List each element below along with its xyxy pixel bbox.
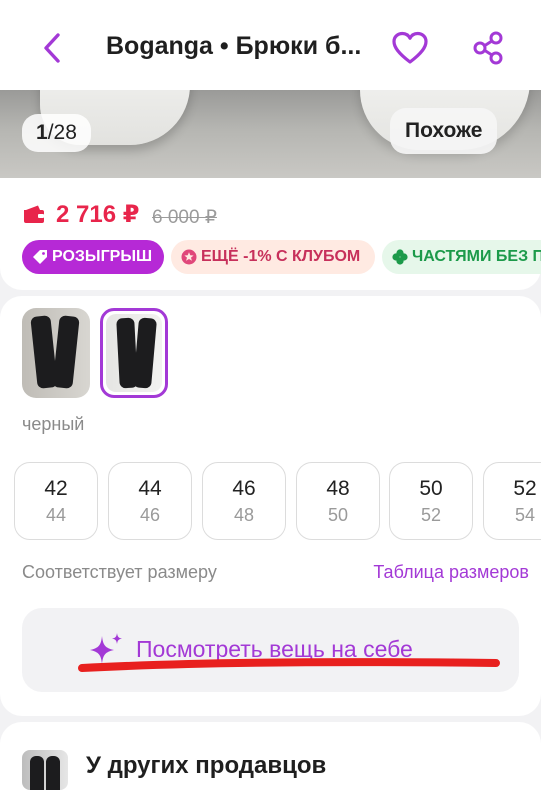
product-title: Boganga • Брюки б... xyxy=(106,32,362,60)
color-variant-thumbnail[interactable] xyxy=(22,308,90,398)
other-sellers-card[interactable]: У других продавцов xyxy=(0,722,541,802)
size-alt-value: 50 xyxy=(327,505,349,525)
fit-note: Соответствует размеру xyxy=(22,562,217,582)
size-option[interactable]: 50 52 xyxy=(389,462,473,540)
selected-color-label: черный xyxy=(22,414,85,434)
heart-icon xyxy=(392,31,428,64)
promo-chips: РОЗЫГРЫШ ЕЩЁ -1% С КЛУБОМ ЧАСТЯМИ БЕЗ П xyxy=(22,240,541,274)
top-app-bar: Boganga • Брюки б... xyxy=(0,0,541,94)
try-on-button[interactable]: Посмотреть вещь на себе xyxy=(22,608,519,692)
promo-chip-raffle[interactable]: РОЗЫГРЫШ xyxy=(22,240,164,274)
back-button[interactable] xyxy=(36,30,68,66)
photo-counter-total: 28 xyxy=(53,121,77,144)
size-value: 52 xyxy=(513,477,537,500)
pants-image xyxy=(46,756,60,790)
variant-image xyxy=(106,314,162,392)
size-alt-value: 54 xyxy=(514,505,536,525)
photo-counter-current: 1 xyxy=(36,121,48,144)
promo-chip-club[interactable]: ЕЩЁ -1% С КЛУБОМ xyxy=(171,240,375,274)
size-alt-value: 48 xyxy=(233,505,255,525)
photo-counter: 1/28 xyxy=(22,114,91,152)
size-value: 48 xyxy=(326,477,350,500)
product-photo-gallery[interactable]: 1/28 Похоже xyxy=(0,90,541,178)
promo-chip-label: ЧАСТЯМИ БЕЗ П xyxy=(412,248,541,265)
red-underline-annotation xyxy=(78,658,500,672)
chevron-left-icon xyxy=(44,33,60,63)
size-option[interactable]: 42 44 xyxy=(14,462,98,540)
size-option[interactable]: 48 50 xyxy=(296,462,380,540)
current-price: 2 716 ₽ xyxy=(56,201,140,228)
promo-chip-installments[interactable]: ЧАСТЯМИ БЕЗ П xyxy=(382,240,541,274)
tag-icon xyxy=(33,250,47,264)
size-option[interactable]: 46 48 xyxy=(202,462,286,540)
color-variant-thumbnail-selected[interactable] xyxy=(100,308,168,398)
pants-image xyxy=(132,317,158,389)
size-value: 50 xyxy=(419,477,443,500)
size-selector: 42 44 44 46 46 48 48 50 50 52 52 54 xyxy=(14,462,541,542)
price-card: 2 716 ₽ 6 000 ₽ РОЗЫГРЫШ ЕЩЁ -1% С КЛУБО… xyxy=(0,178,541,290)
variants-card: черный 42 44 44 46 46 48 48 50 50 52 52 54 Соо… xyxy=(0,296,541,716)
size-alt-value: 44 xyxy=(45,505,67,525)
size-alt-value: 46 xyxy=(139,505,161,525)
share-button[interactable] xyxy=(468,28,508,68)
size-alt-value: 52 xyxy=(420,505,442,525)
size-value: 44 xyxy=(138,477,162,500)
wallet-icon xyxy=(24,205,44,223)
share-icon xyxy=(473,31,503,65)
size-option[interactable]: 52 54 xyxy=(483,462,541,540)
promo-chip-label: ЕЩЁ -1% С КЛУБОМ xyxy=(201,248,361,265)
size-option[interactable]: 44 46 xyxy=(108,462,192,540)
clover-icon xyxy=(392,249,408,265)
club-icon xyxy=(181,249,197,265)
similar-button[interactable]: Похоже xyxy=(390,108,498,154)
other-sellers-title: У других продавцов xyxy=(86,752,327,779)
size-value: 42 xyxy=(44,477,68,500)
size-table-link[interactable]: Таблица размеров xyxy=(373,562,529,583)
pants-image xyxy=(30,756,44,790)
seller-thumbnail xyxy=(22,750,68,790)
old-price: 6 000 ₽ xyxy=(152,207,217,228)
size-value: 46 xyxy=(232,477,256,500)
favorite-button[interactable] xyxy=(390,30,430,66)
promo-chip-label: РОЗЫГРЫШ xyxy=(52,248,153,265)
pants-image xyxy=(52,315,80,389)
